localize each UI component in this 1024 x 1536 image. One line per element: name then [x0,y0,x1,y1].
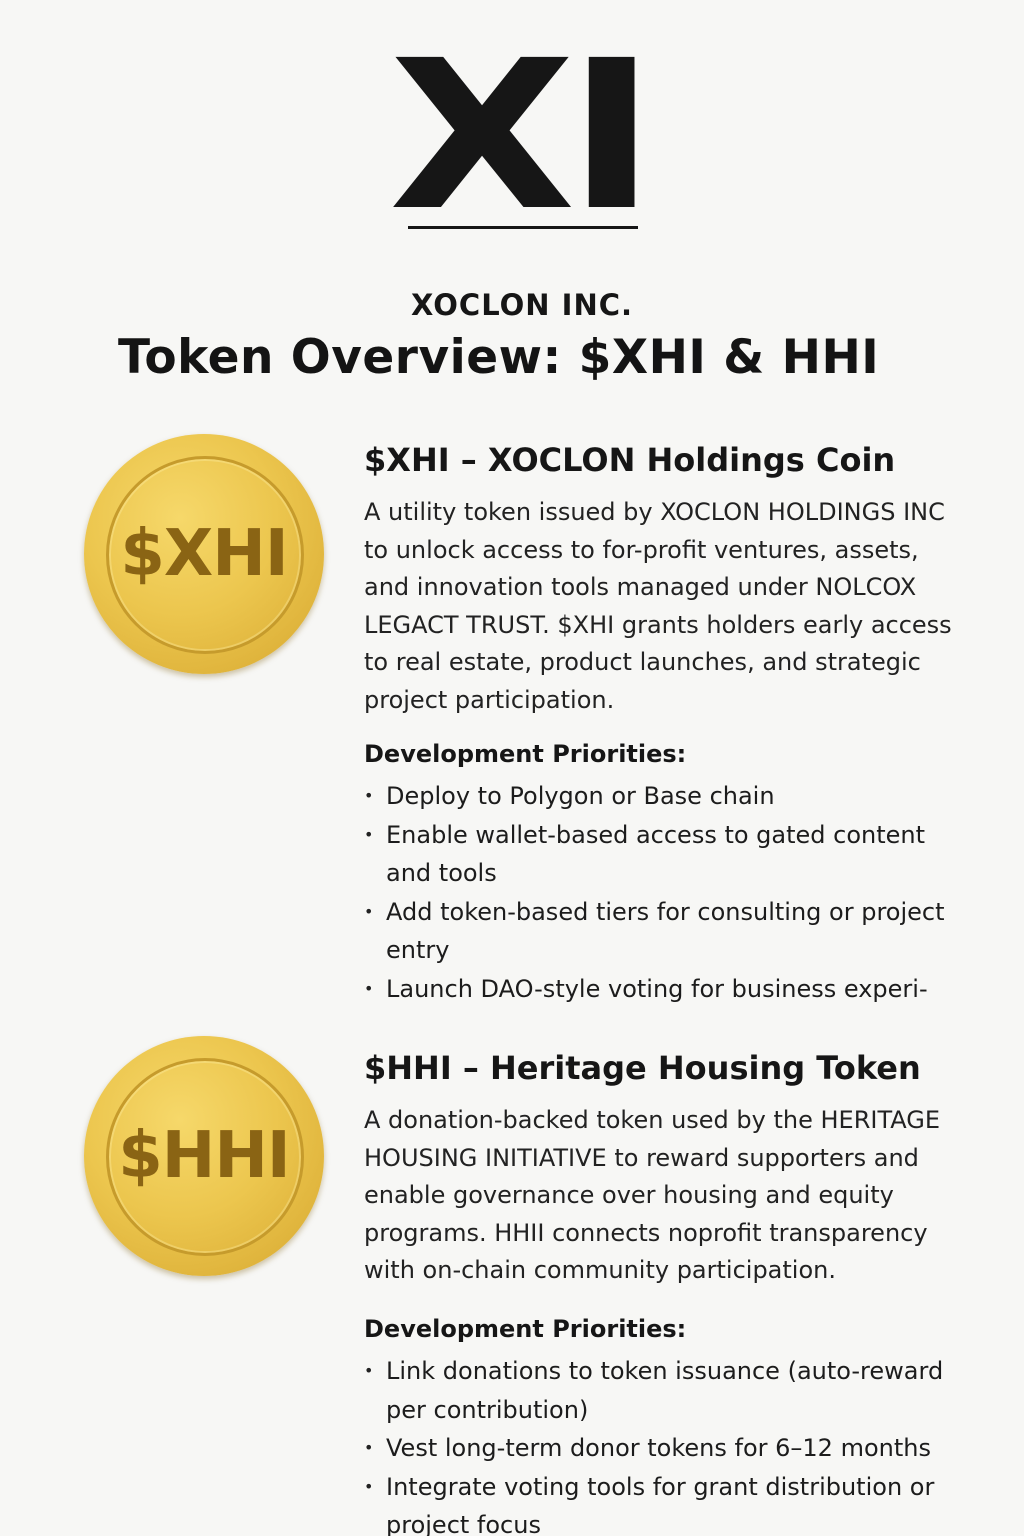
logo-divider [408,226,638,229]
xhi-priorities: Development Priorities: Deploy to Polygo… [364,737,974,1008]
list-item: Vest long-term donor tokens for 6–12 mon… [364,1429,976,1468]
section-title: $XHI – XOCLON Holdings Coin [364,441,896,479]
section-description: A utility token issued by XOCLON HOLDING… [364,498,952,714]
hhi-priorities: Development Priorities: Link donations t… [364,1312,974,1536]
coin-label: $XHI [120,517,288,591]
list-item: Integrate voting tools for grant distrib… [364,1468,976,1536]
list-item: Deploy to Polygon or Base chain [364,777,976,816]
logo-mark: XI [388,16,656,256]
list-item: Link donations to token issuance (auto-r… [364,1352,976,1429]
list-item: Enable wallet-based access to gated cont… [364,816,976,893]
token-overview-page: XI XOCLON INC. Token Overview: $XHI & HH… [0,0,1024,1536]
page-title: Token Overview: $XHI & HHI [118,330,880,385]
priorities-list: Link donations to token issuance (auto-r… [364,1352,974,1536]
logo-company-name: XOCLON INC. [410,288,634,322]
section-title: $HHI – Heritage Housing Token [364,1049,921,1087]
hhi-section: $HHI – Heritage Housing Token A donation… [364,1048,974,1290]
hhi-coin-icon: $HHI [84,1036,324,1276]
coin-label: $HHI [118,1119,290,1193]
section-description: A donation-backed token used by the HERI… [364,1106,941,1284]
priorities-heading: Development Priorities: [364,1315,687,1343]
xhi-section: $XHI – XOCLON Holdings Coin A utility to… [364,440,974,719]
xoclon-logo: XI XOCLON INC. [388,33,656,322]
priorities-heading: Development Priorities: [364,740,687,768]
xhi-coin-icon: $XHI [84,434,324,674]
list-item: Launch DAO-style voting for business exp… [364,970,976,1009]
list-item: Add token-based tiers for consulting or … [364,893,976,970]
priorities-list: Deploy to Polygon or Base chain Enable w… [364,777,974,1008]
